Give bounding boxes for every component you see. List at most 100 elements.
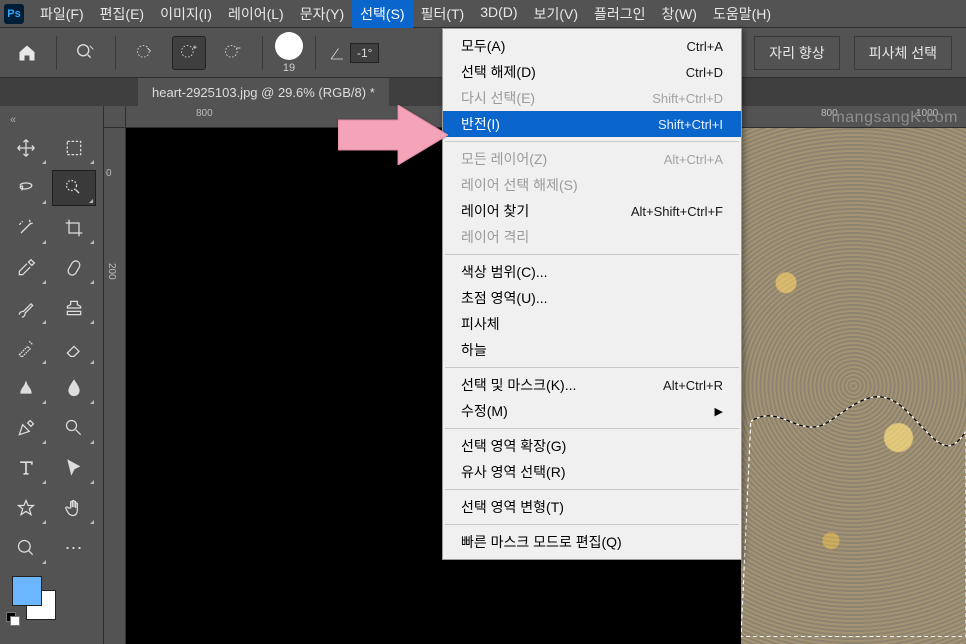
angle-icon (328, 44, 346, 62)
menu-entry[interactable]: 선택 영역 변형(T) (443, 494, 741, 520)
menu-entry-label: 선택 및 마스크(K)... (461, 375, 576, 395)
menu-item-type[interactable]: 문자(Y) (292, 0, 352, 28)
crop-tool[interactable] (52, 210, 96, 246)
menu-entry: 모든 레이어(Z) Alt+Ctrl+A (443, 146, 741, 172)
brush-preview[interactable]: 19 (275, 32, 303, 74)
menu-entry[interactable]: 유사 영역 선택(R) (443, 459, 741, 485)
menu-entry-label: 모두(A) (461, 36, 505, 56)
menu-item-image[interactable]: 이미지(I) (152, 0, 220, 28)
brush-angle[interactable]: -1° (328, 43, 379, 63)
menu-entry-label: 모든 레이어(Z) (461, 149, 547, 169)
ruler-tick: 200 (106, 263, 117, 280)
type-tool[interactable] (4, 450, 48, 486)
menu-item-help[interactable]: 도움말(H) (705, 0, 779, 28)
menu-item-file[interactable]: 파일(F) (32, 0, 92, 28)
shape-tool[interactable] (4, 490, 48, 526)
menu-entry-shortcut: Ctrl+D (686, 65, 723, 80)
move-tool[interactable] (4, 130, 48, 166)
select-menu-dropdown: 모두(A)Ctrl+A 선택 해제(D) Ctrl+D 다시 선택(E)Shift+C… (442, 28, 742, 560)
menu-item-select[interactable]: 선택(S) (352, 0, 412, 28)
menu-item-window[interactable]: 창(W) (654, 0, 705, 28)
menu-entry[interactable]: 빠른 마스크 모드로 편집(Q) (443, 529, 741, 555)
menu-entry-label: 선택 해제(D) (461, 62, 536, 82)
document-tab[interactable]: heart-2925103.jpg @ 29.6% (RGB/8) * (138, 78, 389, 106)
ruler-vertical[interactable]: 0 200 (104, 128, 126, 644)
angle-value: -1° (350, 43, 379, 63)
menu-entry-label: 수정(M) (461, 401, 508, 421)
menu-separator (445, 524, 739, 525)
brush-size-label: 19 (283, 62, 295, 74)
intersect-selection-icon[interactable] (216, 36, 250, 70)
tool-preset-icon[interactable] (69, 36, 103, 70)
menu-entry[interactable]: 모두(A)Ctrl+A (443, 33, 741, 59)
default-colors-icon[interactable] (6, 612, 20, 626)
menu-entry[interactable]: 수정(M) ▶ (443, 398, 741, 424)
hand-tool[interactable] (52, 490, 96, 526)
color-swatches[interactable] (4, 576, 64, 626)
menu-entry-shortcut: Alt+Ctrl+A (664, 152, 723, 167)
annotation-arrow (338, 105, 448, 168)
menu-item-edit[interactable]: 편집(E) (92, 0, 152, 28)
enhance-edge-button[interactable]: 자리 향상 (754, 36, 839, 70)
app-badge: Ps (4, 4, 24, 24)
blur-tool[interactable] (52, 370, 96, 406)
menu-entry[interactable]: 레이어 찾기Alt+Shift+Ctrl+F (443, 198, 741, 224)
lasso-tool[interactable] (4, 170, 48, 206)
menu-separator (445, 489, 739, 490)
clone-stamp-tool[interactable] (52, 290, 96, 326)
magic-wand-tool[interactable] (4, 210, 48, 246)
menu-entry[interactable]: 선택 영역 확장(G) (443, 433, 741, 459)
quick-selection-tool[interactable] (52, 170, 96, 206)
select-subject-button[interactable]: 피사체 선택 (854, 36, 952, 70)
separator (315, 36, 316, 70)
menu-entry[interactable]: 선택 및 마스크(K)... Alt+Ctrl+R (443, 372, 741, 398)
brush-tool[interactable] (4, 290, 48, 326)
separator (56, 36, 57, 70)
menu-item-plugins[interactable]: 플러그인 (586, 0, 654, 28)
menu-entry-shortcut: Alt+Shift+Ctrl+F (631, 204, 723, 219)
menu-entry[interactable]: 선택 해제(D) Ctrl+D (443, 59, 741, 85)
menu-entry[interactable]: 초점 영역(U)... (443, 285, 741, 311)
menubar: Ps 파일(F)편집(E)이미지(I)레이어(L)문자(Y)선택(S)필터(T)… (0, 0, 966, 28)
menu-entry[interactable]: 색상 범위(C)... (443, 259, 741, 285)
menu-entry[interactable]: 반전(I) Shift+Ctrl+I (443, 111, 741, 137)
menu-item-3d[interactable]: 3D(D) (472, 0, 525, 28)
menu-item-filter[interactable]: 필터(T) (413, 0, 473, 28)
menu-entry-label: 초점 영역(U)... (461, 288, 548, 308)
eraser-tool[interactable] (52, 330, 96, 366)
submenu-arrow-icon: ▶ (715, 405, 723, 418)
menu-entry-label: 빠른 마스크 모드로 편집(Q) (461, 532, 622, 552)
menu-entry-shortcut: Alt+Ctrl+R (663, 378, 723, 393)
add-selection-icon[interactable] (128, 36, 162, 70)
home-icon[interactable] (10, 36, 44, 70)
gradient-tool[interactable] (4, 370, 48, 406)
menu-separator (445, 367, 739, 368)
menu-entry[interactable]: 하늘 (443, 337, 741, 363)
canvas-image[interactable] (741, 128, 966, 644)
path-selection-tool[interactable] (52, 450, 96, 486)
spot-heal-tool[interactable] (52, 250, 96, 286)
foreground-swatch[interactable] (12, 576, 42, 606)
pen-tool[interactable] (4, 410, 48, 446)
edit-toolbar-icon[interactable]: ⋯ (52, 530, 96, 566)
ruler-tick: 800 (196, 108, 213, 119)
menu-item-view[interactable]: 보기(V) (526, 0, 586, 28)
toolbox-collapse-icon[interactable]: « (4, 112, 99, 128)
menu-separator (445, 428, 739, 429)
marquee-tool[interactable] (52, 130, 96, 166)
subtract-selection-icon[interactable] (172, 36, 206, 70)
zoom-tool[interactable] (4, 530, 48, 566)
menu-entry-shortcut: Shift+Ctrl+I (658, 117, 723, 132)
menu-item-layer[interactable]: 레이어(L) (220, 0, 292, 28)
menu-entry: 레이어 선택 해제(S) (443, 172, 741, 198)
brush-circle-icon (275, 32, 303, 60)
dodge-tool[interactable] (52, 410, 96, 446)
menu-entry[interactable]: 피사체 (443, 311, 741, 337)
menu-entry-label: 반전(I) (461, 114, 500, 134)
menu-entry-label: 유사 영역 선택(R) (461, 462, 566, 482)
history-brush-tool[interactable] (4, 330, 48, 366)
menu-entry-label: 색상 범위(C)... (461, 262, 548, 282)
ruler-tick: 0 (106, 168, 112, 179)
eyedropper-tool[interactable] (4, 250, 48, 286)
menu-entry: 다시 선택(E)Shift+Ctrl+D (443, 85, 741, 111)
